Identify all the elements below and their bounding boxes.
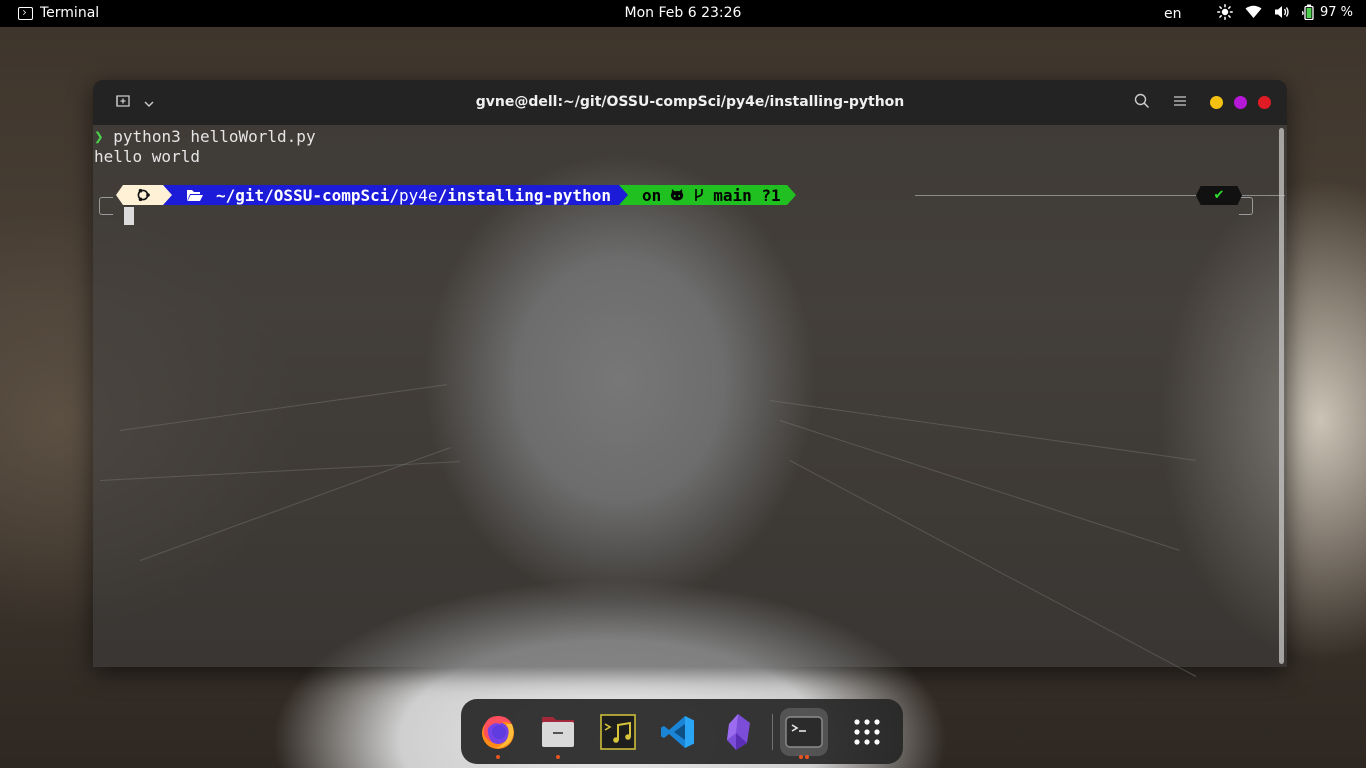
app-name: Terminal bbox=[40, 5, 100, 21]
git-segment: on main ?1 bbox=[627, 185, 787, 205]
menu-button[interactable] bbox=[1173, 93, 1187, 113]
terminal-window[interactable]: gvne@dell:~/git/OSSU-compSci/py4e/instal… bbox=[93, 80, 1287, 667]
dock-terminal[interactable] bbox=[780, 708, 828, 759]
dock bbox=[461, 699, 903, 764]
minimize-button[interactable] bbox=[1210, 96, 1223, 109]
maximize-button[interactable] bbox=[1234, 96, 1247, 109]
terminal-icon bbox=[785, 716, 823, 748]
path-mid: py4e bbox=[399, 185, 438, 205]
language-indicator[interactable]: en bbox=[1164, 6, 1182, 22]
prompt-frame-right bbox=[1239, 197, 1253, 215]
command-output: hello world bbox=[94, 147, 200, 166]
clock[interactable]: Mon Feb 6 23:26 bbox=[625, 5, 742, 21]
battery-icon bbox=[1302, 4, 1314, 20]
prompt-symbol: ❯ bbox=[94, 127, 104, 146]
branch-icon bbox=[695, 189, 704, 201]
path-segment: ~/git/OSSU-compSci/py4e / installing-pytho… bbox=[172, 185, 619, 205]
close-button[interactable] bbox=[1258, 96, 1271, 109]
running-indicator bbox=[799, 755, 803, 759]
running-indicator bbox=[805, 755, 809, 759]
search-icon bbox=[1134, 93, 1150, 109]
window-title: gvne@dell:~/git/OSSU-compSci/py4e/instal… bbox=[475, 94, 905, 110]
brightness-icon bbox=[1217, 4, 1233, 20]
vscode-icon bbox=[661, 716, 694, 748]
os-segment bbox=[123, 185, 163, 205]
git-status: ?1 bbox=[761, 185, 781, 205]
dock-files[interactable] bbox=[534, 708, 582, 759]
prompt-frame-left bbox=[99, 197, 113, 215]
terminal-icon bbox=[18, 6, 33, 20]
command-line: ❯ python3 helloWorld.py bbox=[94, 127, 316, 146]
top-bar: Terminal Mon Feb 6 23:26 en 97 % bbox=[0, 0, 1366, 27]
wifi-icon bbox=[1245, 5, 1262, 18]
github-icon bbox=[671, 189, 684, 201]
activities-app-menu[interactable]: Terminal bbox=[18, 5, 99, 21]
text-cursor bbox=[124, 207, 134, 225]
running-indicator bbox=[496, 755, 500, 759]
dock-show-applications[interactable] bbox=[843, 708, 891, 756]
git-branch: main bbox=[713, 185, 752, 205]
volume-icon bbox=[1275, 6, 1289, 18]
firefox-icon bbox=[482, 716, 514, 749]
dock-firefox[interactable] bbox=[474, 708, 522, 759]
ubuntu-icon bbox=[137, 188, 150, 202]
app-grid-icon bbox=[854, 719, 880, 745]
battery-percent: 97 % bbox=[1320, 4, 1354, 20]
obsidian-icon bbox=[727, 714, 750, 750]
git-on-label: on bbox=[641, 185, 662, 205]
powerline-prompt: ~/git/OSSU-compSci/py4e / installing-pytho… bbox=[116, 185, 796, 205]
search-button[interactable] bbox=[1134, 93, 1150, 113]
path-separator: / bbox=[437, 185, 448, 205]
music-terminal-icon bbox=[600, 714, 636, 750]
title-bar[interactable]: gvne@dell:~/git/OSSU-compSci/py4e/instal… bbox=[93, 80, 1287, 125]
dock-music-terminal[interactable] bbox=[594, 708, 642, 756]
terminal-output[interactable]: ❯ python3 helloWorld.py hello world ~/gi… bbox=[93, 125, 1287, 667]
path-current: installing-python bbox=[447, 185, 611, 205]
folder-open-icon bbox=[187, 190, 203, 201]
running-indicator bbox=[556, 755, 560, 759]
scrollbar[interactable] bbox=[1279, 128, 1284, 664]
dock-separator bbox=[772, 714, 773, 750]
system-menu[interactable]: 97 % bbox=[1217, 4, 1353, 20]
path-home: ~/git/OSSU-compSci/ bbox=[216, 185, 400, 205]
dock-vscode[interactable] bbox=[654, 708, 702, 756]
command-text: python3 helloWorld.py bbox=[113, 127, 316, 146]
menu-icon bbox=[1174, 96, 1186, 106]
dock-obsidian[interactable] bbox=[714, 708, 762, 756]
files-icon bbox=[542, 717, 574, 747]
exit-status-badge: ✔ bbox=[1196, 186, 1242, 205]
